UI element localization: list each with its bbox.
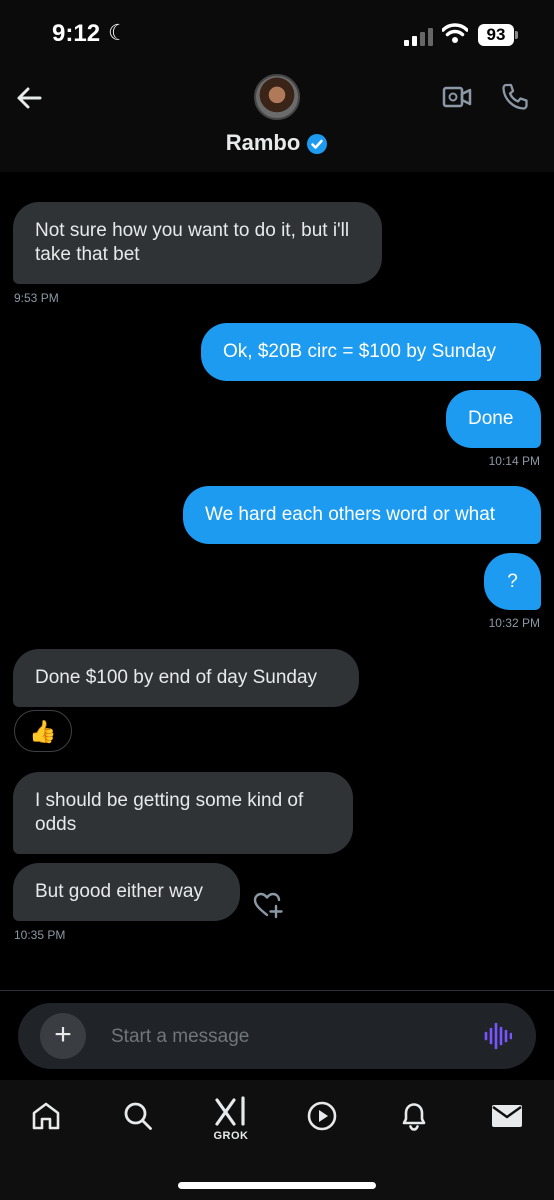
voice-message-icon[interactable] [484,1020,512,1052]
add-attachment-button[interactable]: + [40,1013,86,1059]
phone-call-icon[interactable] [500,82,530,112]
bell-icon[interactable] [398,1099,430,1133]
status-time: 9:12 [52,20,101,47]
home-indicator [178,1182,376,1189]
verified-badge-icon [307,134,328,155]
message-timestamp: 9:53 PM [14,291,59,305]
add-reaction-heart-icon[interactable] [252,890,286,920]
message-bubble-outgoing[interactable]: Done [446,390,541,448]
message-text: Not sure how you want to do it, but i'll… [35,220,350,265]
message-composer[interactable] [18,1003,536,1069]
wifi-icon [442,23,468,43]
contact-name: Rambo [225,130,301,155]
message-timestamp: 10:35 PM [14,928,66,942]
message-bubble-outgoing[interactable]: ? [484,553,541,610]
message-bubble-outgoing[interactable]: Ok, $20B circ = $100 by Sunday [201,323,541,381]
mail-icon[interactable] [490,1102,524,1130]
message-text: We hard each others word or what [205,504,496,525]
video-call-icon[interactable] [442,84,472,110]
contact-name-row[interactable]: Rambo [0,130,554,156]
grok-icon[interactable] [214,1096,248,1128]
message-bubble-incoming[interactable]: Not sure how you want to do it, but i'll… [13,202,382,284]
cellular-signal-icon [404,28,434,46]
thumbs-up-reaction[interactable]: 👍 [14,710,72,752]
play-icon[interactable] [306,1100,338,1132]
search-icon[interactable] [122,1100,154,1132]
home-icon[interactable] [30,1100,62,1132]
message-bubble-outgoing[interactable]: We hard each others word or what [183,486,541,544]
composer-divider [0,990,554,991]
message-text: Done $100 by end of day Sunday [35,667,318,688]
message-text: Done [468,408,514,429]
message-input-placeholder[interactable]: Start a message [111,1026,249,1048]
message-bubble-incoming[interactable]: Done $100 by end of day Sunday [13,649,359,707]
message-text: ? [507,570,518,592]
message-bubble-incoming[interactable]: I should be getting some kind of odds [13,772,353,854]
moon-icon: ☾ [108,20,128,45]
message-bubble-incoming[interactable]: But good either way [13,863,240,921]
grok-label: GROK [213,1130,249,1142]
message-text: But good either way [35,881,203,902]
message-timestamp: 10:14 PM [488,454,540,468]
battery-indicator: 93 [478,24,514,46]
message-text: I should be getting some kind of odds [35,790,304,835]
message-text: Ok, $20B circ = $100 by Sunday [223,341,497,362]
contact-avatar[interactable] [254,74,300,120]
message-timestamp: 10:32 PM [488,616,540,630]
back-arrow-icon[interactable] [14,82,46,114]
battery-tip [515,31,518,39]
